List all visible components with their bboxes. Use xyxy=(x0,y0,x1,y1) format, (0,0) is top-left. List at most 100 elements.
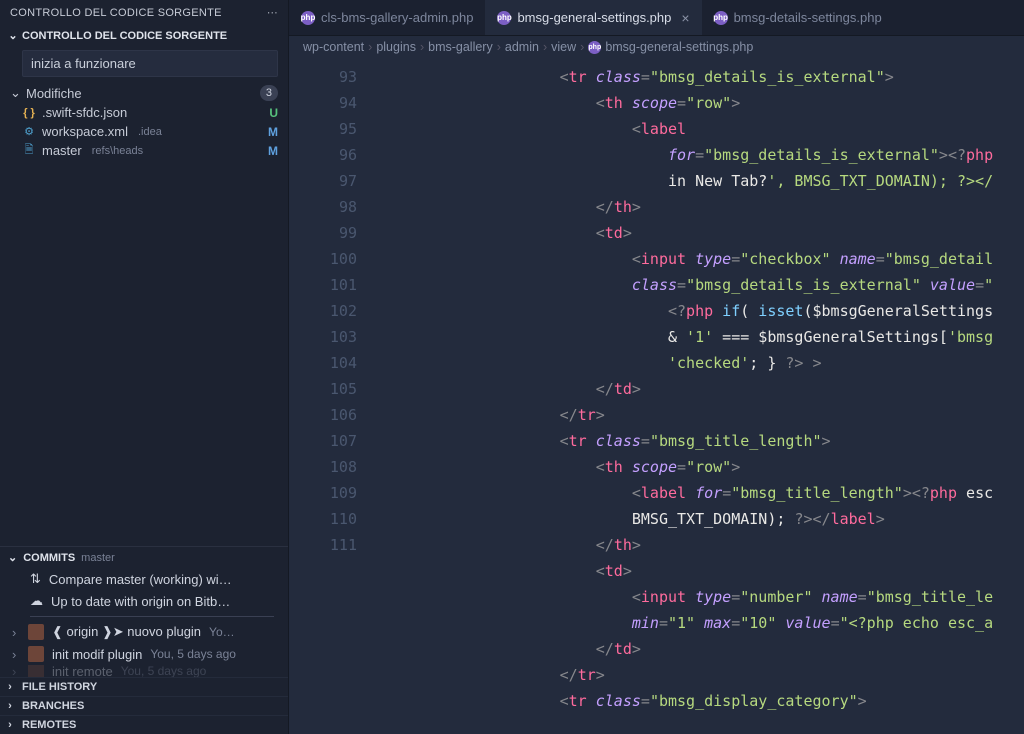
divider xyxy=(30,616,274,617)
changed-file-row[interactable]: { }.swift-sfdc.jsonU xyxy=(0,103,288,122)
breadcrumbs[interactable]: wp-content›plugins›bms-gallery›admin›vie… xyxy=(289,36,1024,58)
code-line[interactable]: & '1' === $bmsgGeneralSettings['bmsg xyxy=(379,324,1024,350)
chevron-right-icon: › xyxy=(12,625,20,640)
changes-count-badge: 3 xyxy=(260,85,278,101)
chevron-right-icon: › xyxy=(4,719,16,731)
commits-branch: master xyxy=(81,552,115,564)
code-line[interactable]: <?php if( isset($bmsgGeneralSettings xyxy=(379,298,1024,324)
repo-section-header[interactable]: ⌄ CONTROLLO DEL CODICE SORGENTE xyxy=(0,25,288,46)
commits-section-header[interactable]: ⌄ COMMITS master xyxy=(0,546,288,568)
commit-message: init remote xyxy=(52,665,113,677)
action-label: Up to date with origin on Bitb… xyxy=(51,594,230,609)
commit-message: init modif plugin xyxy=(52,647,142,662)
code-line[interactable]: BMSG_TXT_DOMAIN); ?></label> xyxy=(379,506,1024,532)
breadcrumb-item[interactable]: admin xyxy=(505,40,539,54)
file-path: .idea xyxy=(138,126,162,138)
editor-tab[interactable]: php bmsg-general-settings.php × xyxy=(485,0,701,35)
commit-meta: You, 5 days ago xyxy=(121,665,207,677)
code-line[interactable]: <tr class="bmsg_details_is_external"> xyxy=(379,64,1024,90)
file-history-section[interactable]: › FILE HISTORY xyxy=(0,677,288,696)
chevron-right-icon: › xyxy=(12,665,20,677)
code-line[interactable]: <th scope="row"> xyxy=(379,454,1024,480)
code-line[interactable]: </tr> xyxy=(379,662,1024,688)
sidebar-title: CONTROLLO DEL CODICE SORGENTE ⋯ xyxy=(0,0,288,25)
cloud-icon: ☁ xyxy=(30,593,43,609)
avatar xyxy=(28,646,44,662)
commit-row[interactable]: ›init modif plugin You, 5 days ago xyxy=(0,643,288,665)
code-editor[interactable]: 9394959697989910010110210310410510610710… xyxy=(289,58,1024,734)
commit-row[interactable]: › init remote You, 5 days ago xyxy=(0,665,288,677)
changed-file-row[interactable]: ⚙workspace.xml.ideaM xyxy=(0,122,288,141)
avatar xyxy=(28,665,44,677)
breadcrumb-separator: › xyxy=(368,40,372,54)
file-status: U xyxy=(269,106,278,120)
tab-label: cls-bms-gallery-admin.php xyxy=(321,10,473,25)
php-file-icon: php xyxy=(714,11,728,25)
code-content[interactable]: <tr class="bmsg_details_is_external"> <t… xyxy=(379,58,1024,734)
line-number: 104 xyxy=(297,350,357,376)
changes-header[interactable]: ⌄ Modifiche 3 xyxy=(0,83,288,103)
code-line[interactable]: <label xyxy=(379,116,1024,142)
changes-label: Modifiche xyxy=(26,86,82,101)
line-number: 107 xyxy=(297,428,357,454)
line-number: 109 xyxy=(297,480,357,506)
code-line[interactable]: <th scope="row"> xyxy=(379,90,1024,116)
line-number: 101 xyxy=(297,272,357,298)
chevron-down-icon: ⌄ xyxy=(8,29,18,42)
sidebar-title-text: CONTROLLO DEL CODICE SORGENTE xyxy=(10,7,222,19)
code-line[interactable]: <tr class="bmsg_display_category"> xyxy=(379,688,1024,714)
breadcrumb-separator: › xyxy=(420,40,424,54)
php-file-icon: php xyxy=(497,11,511,25)
code-line[interactable]: </td> xyxy=(379,636,1024,662)
file-name: master xyxy=(42,143,82,158)
code-line[interactable]: for="bmsg_details_is_external"><?php xyxy=(379,142,1024,168)
chevron-down-icon: ⌄ xyxy=(8,551,17,564)
editor-area: phpcls-bms-gallery-admin.phpphpbmsg-gene… xyxy=(289,0,1024,734)
breadcrumb-item[interactable]: plugins xyxy=(376,40,416,54)
code-line[interactable]: class="bmsg_details_is_external" value=" xyxy=(379,272,1024,298)
code-line[interactable]: min="1" max="10" value="<?php echo esc_a xyxy=(379,610,1024,636)
line-number: 98 xyxy=(297,194,357,220)
breadcrumb-item[interactable]: bmsg-general-settings.php xyxy=(605,40,753,54)
code-line[interactable]: <td> xyxy=(379,220,1024,246)
json-file-icon: { } xyxy=(22,106,36,120)
line-number: 99 xyxy=(297,220,357,246)
breadcrumb-separator: › xyxy=(580,40,584,54)
code-line[interactable]: 'checked'; } ?> > xyxy=(379,350,1024,376)
code-line[interactable]: <input type="number" name="bmsg_title_le xyxy=(379,584,1024,610)
breadcrumb-item[interactable]: view xyxy=(551,40,576,54)
line-number: 110 xyxy=(297,506,357,532)
line-number: 94 xyxy=(297,90,357,116)
changed-file-row[interactable]: 🗎masterrefs\headsM xyxy=(0,141,288,160)
code-line[interactable]: </td> xyxy=(379,376,1024,402)
code-line[interactable]: in New Tab?', BMSG_TXT_DOMAIN); ?></ xyxy=(379,168,1024,194)
code-line[interactable]: <input type="checkbox" name="bmsg_detail xyxy=(379,246,1024,272)
branches-label: BRANCHES xyxy=(22,700,84,712)
code-line[interactable]: </tr> xyxy=(379,402,1024,428)
line-number: 100 xyxy=(297,246,357,272)
commit-action[interactable]: ☁ Up to date with origin on Bitb… xyxy=(0,590,288,612)
code-line[interactable]: </th> xyxy=(379,194,1024,220)
branches-section[interactable]: › BRANCHES xyxy=(0,696,288,715)
code-line[interactable]: <td> xyxy=(379,558,1024,584)
line-number: 108 xyxy=(297,454,357,480)
breadcrumb-item[interactable]: bms-gallery xyxy=(428,40,493,54)
editor-tab[interactable]: phpcls-bms-gallery-admin.php xyxy=(289,0,485,35)
commits-label: COMMITS xyxy=(23,552,75,564)
close-icon[interactable]: × xyxy=(681,10,689,26)
remotes-section[interactable]: › REMOTES xyxy=(0,715,288,734)
line-gutter: 9394959697989910010110210310410510610710… xyxy=(289,58,379,734)
code-line[interactable]: </th> xyxy=(379,532,1024,558)
commit-action[interactable]: ⇅Compare master (working) wi… xyxy=(0,568,288,590)
commit-row[interactable]: ›❰ origin ❱➤ nuovo plugin Yo… xyxy=(0,621,288,643)
commit-message: ❰ origin ❱➤ nuovo plugin xyxy=(52,624,201,640)
source-control-sidebar: CONTROLLO DEL CODICE SORGENTE ⋯ ⌄ CONTRO… xyxy=(0,0,289,734)
editor-tab[interactable]: phpbmsg-details-settings.php xyxy=(702,0,894,35)
breadcrumb-item[interactable]: wp-content xyxy=(303,40,364,54)
code-line[interactable]: <label for="bmsg_title_length"><?php esc xyxy=(379,480,1024,506)
more-icon[interactable]: ⋯ xyxy=(267,6,278,19)
tab-label: bmsg-general-settings.php xyxy=(517,10,671,25)
commit-message-input[interactable] xyxy=(22,50,278,77)
chevron-right-icon: › xyxy=(12,647,20,662)
code-line[interactable]: <tr class="bmsg_title_length"> xyxy=(379,428,1024,454)
